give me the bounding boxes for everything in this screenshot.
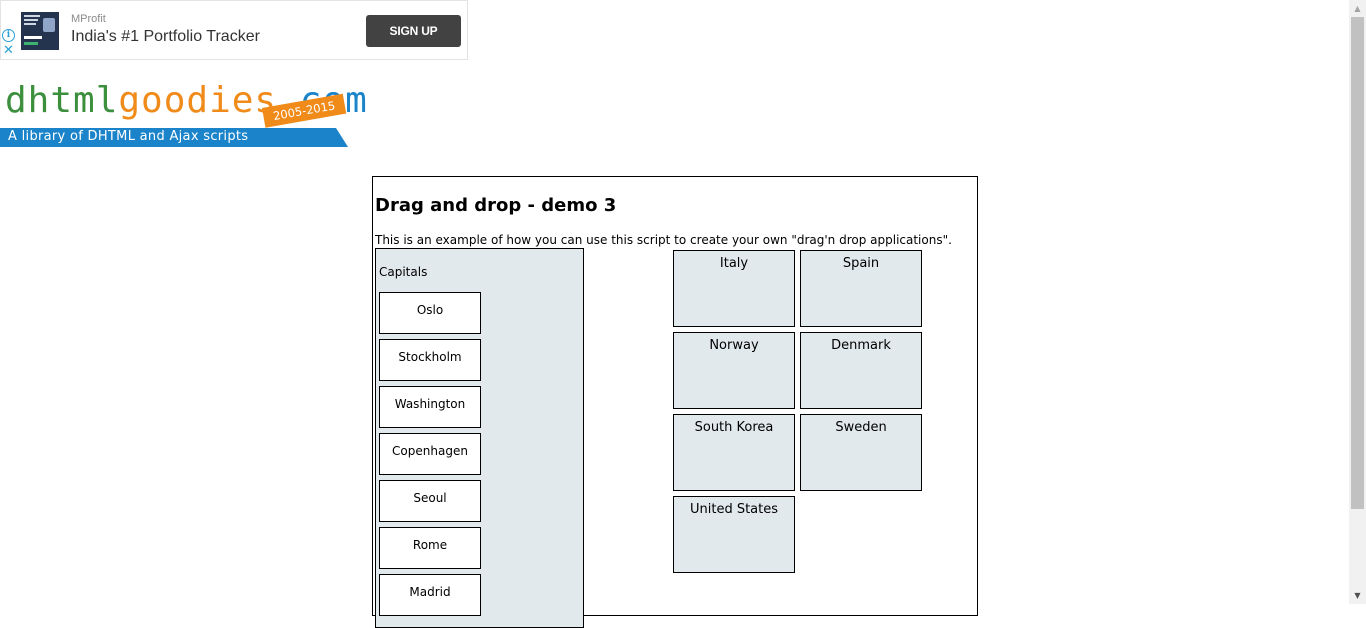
capital-item-madrid[interactable]: Madrid <box>379 574 481 616</box>
scroll-up-icon[interactable]: ▲ <box>1349 0 1366 17</box>
ad-banner[interactable]: i ✕ MProfit India's #1 Portfolio Tracker… <box>0 0 468 60</box>
capital-item-rome[interactable]: Rome <box>379 527 481 569</box>
scroll-down-icon[interactable]: ▼ <box>1349 587 1366 604</box>
logo-tagline: A library of DHTML and Ajax scripts <box>8 129 249 144</box>
demo-description: This is an example of how you can use th… <box>375 233 952 247</box>
info-icon[interactable]: i <box>2 29 15 42</box>
country-dropzone-denmark[interactable]: Denmark <box>800 332 922 409</box>
demo-panel: Drag and drop - demo 3 This is an exampl… <box>372 176 978 628</box>
vertical-scrollbar[interactable]: ▲ ▼ <box>1349 0 1366 604</box>
country-dropzone-spain[interactable]: Spain <box>800 250 922 327</box>
country-dropzone-sweden[interactable]: Sweden <box>800 414 922 491</box>
ad-headline[interactable]: India's #1 Portfolio Tracker <box>71 28 260 46</box>
capitals-container[interactable]: Capitals Oslo Stockholm Washington Copen… <box>375 248 584 628</box>
capital-item-copenhagen[interactable]: Copenhagen <box>379 433 481 475</box>
capitals-heading: Capitals <box>379 265 428 279</box>
country-dropzone-norway[interactable]: Norway <box>673 332 795 409</box>
capital-item-oslo[interactable]: Oslo <box>379 292 481 334</box>
sign-up-button[interactable]: SIGN UP <box>366 15 461 47</box>
country-dropzone-italy[interactable]: Italy <box>673 250 795 327</box>
page-title: Drag and drop - demo 3 <box>375 195 617 216</box>
scrollbar-thumb[interactable] <box>1351 17 1364 509</box>
logo-word-dhtml: dhtml <box>5 80 119 121</box>
country-dropzone-south-korea[interactable]: South Korea <box>673 414 795 491</box>
ad-sponsor: MProfit <box>71 13 106 25</box>
capital-item-stockholm[interactable]: Stockholm <box>379 339 481 381</box>
capital-item-seoul[interactable]: Seoul <box>379 480 481 522</box>
country-dropzone-united-states[interactable]: United States <box>673 496 795 573</box>
ad-thumbnail[interactable] <box>21 12 59 50</box>
logo-word-goodies: goodies <box>118 80 278 121</box>
close-icon[interactable]: ✕ <box>3 44 14 57</box>
capital-item-washington[interactable]: Washington <box>379 386 481 428</box>
